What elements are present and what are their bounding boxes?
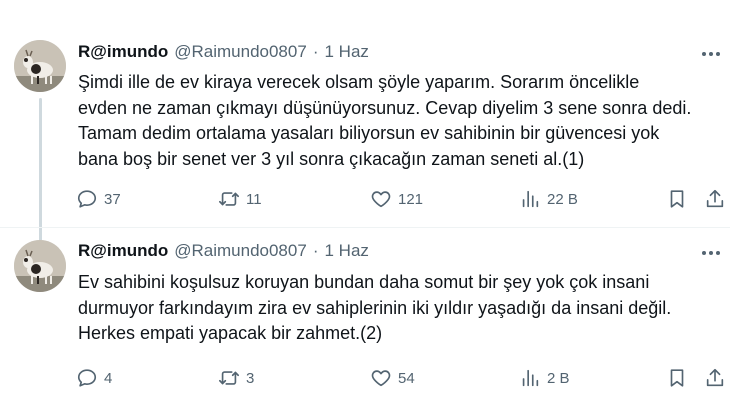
retweet-button[interactable]: 11 [218, 188, 262, 210]
tweet-header: R@imundo @Raimundo0807 · 1 Haz [78, 42, 369, 62]
retweet-icon [219, 371, 239, 385]
share-button[interactable] [704, 367, 726, 389]
tweet-text-line: Herkes empati yapacak bir zahmet.(2) [78, 323, 383, 343]
views-count: 22 B [547, 190, 578, 208]
tweet-text-line: evden ne zaman çıkmayı düşünüyorsunuz. C… [78, 97, 692, 118]
tweet-text-line: Ev sahibini koşulsuz koruyan bundan daha… [78, 272, 650, 292]
tweet-text-line: durmuyor farkındayım zira ev sahiplerini… [78, 297, 672, 318]
share-icon [706, 368, 724, 387]
goat-avatar-image [14, 40, 66, 92]
share-button[interactable] [704, 188, 726, 210]
views-count: 2 B [547, 369, 570, 387]
like-count: 121 [398, 190, 424, 208]
tweet-text-line: bana boş bir senet ver 3 yıl sonra çıkac… [78, 148, 585, 169]
bar-chart-icon [522, 369, 539, 387]
tweet-text: Ev sahibini koşulsuz koruyan bundan daha… [78, 270, 718, 347]
tweet-2[interactable]: R@imundo @Raimundo0807 · 1 Haz Ev sahibi… [0, 228, 730, 420]
tweet-actions: 37 11 121 22 B [72, 188, 728, 214]
reply-icon [77, 190, 97, 208]
heart-icon [371, 191, 391, 208]
timestamp[interactable]: 1 Haz [324, 42, 368, 62]
display-name[interactable]: R@imundo [78, 241, 168, 261]
more-options-icon[interactable] [702, 251, 720, 255]
tweet-text-line: Şimdi ille de ev kiraya verecek olsam şö… [78, 72, 640, 92]
like-count: 54 [398, 369, 415, 387]
like-button[interactable]: 121 [370, 188, 423, 210]
thread-connector-line [39, 98, 42, 244]
goat-avatar-image [14, 240, 66, 292]
timestamp[interactable]: 1 Haz [324, 241, 368, 261]
retweet-icon [219, 192, 239, 206]
user-handle[interactable]: @Raimundo0807 [174, 42, 307, 62]
tweet-header: R@imundo @Raimundo0807 · 1 Haz [78, 241, 369, 261]
tweet-1[interactable]: R@imundo @Raimundo0807 · 1 Haz Şimdi ill… [0, 0, 730, 244]
retweet-button[interactable]: 3 [218, 367, 254, 389]
views-button[interactable]: 22 B [519, 188, 578, 210]
reply-count: 4 [104, 369, 113, 387]
reply-button[interactable]: 4 [76, 367, 112, 389]
avatar[interactable] [14, 40, 66, 92]
bar-chart-icon [522, 190, 539, 208]
tweet-text-line: Tamam dedim ortalama yasaları biliyorsun… [78, 123, 660, 143]
retweet-count: 11 [246, 190, 262, 208]
reply-button[interactable]: 37 [76, 188, 121, 210]
reply-count: 37 [104, 190, 121, 208]
share-icon [706, 189, 724, 208]
like-button[interactable]: 54 [370, 367, 415, 389]
bookmark-button[interactable] [666, 367, 688, 389]
tweet-text: Şimdi ille de ev kiraya verecek olsam şö… [78, 70, 718, 172]
heart-icon [371, 370, 391, 387]
tweet-actions: 4 3 54 2 B [72, 367, 728, 393]
bookmark-icon [670, 190, 684, 208]
avatar[interactable] [14, 240, 66, 292]
display-name[interactable]: R@imundo [78, 42, 168, 62]
bookmark-button[interactable] [666, 188, 688, 210]
views-button[interactable]: 2 B [519, 367, 570, 389]
more-options-icon[interactable] [702, 52, 720, 56]
separator-dot: · [312, 42, 319, 61]
separator-dot: · [312, 241, 319, 260]
user-handle[interactable]: @Raimundo0807 [174, 241, 307, 261]
reply-icon [77, 369, 97, 387]
bookmark-icon [670, 369, 684, 387]
retweet-count: 3 [246, 369, 255, 387]
